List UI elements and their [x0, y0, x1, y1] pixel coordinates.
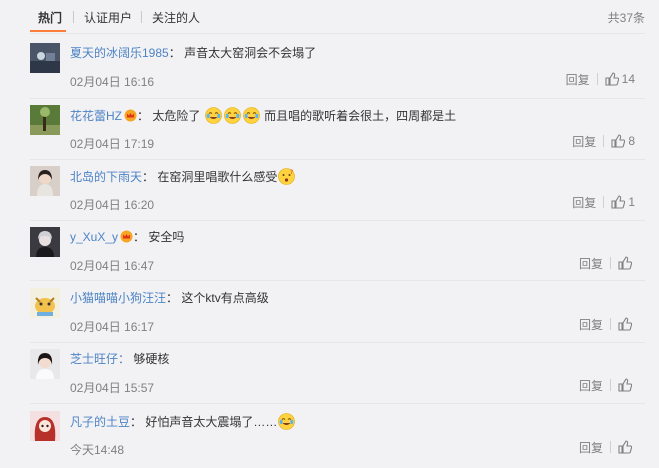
- thumbs-up-icon: [618, 317, 632, 331]
- comment-text: 够硬核: [133, 352, 170, 366]
- comment-username[interactable]: 夏天的冰阔乐1985: [70, 46, 169, 60]
- like-button[interactable]: [618, 440, 635, 454]
- comment-username[interactable]: 花花蕾HZ: [70, 109, 122, 123]
- thumbs-up-icon: [605, 72, 619, 86]
- comment-time: 02月04日 15:57: [70, 381, 155, 395]
- comment-item: 夏天的冰阔乐1985： 声音太大窑洞会不会塌了 02月04日 16:16 回复 …: [0, 38, 659, 100]
- puzzled-emoji: ?: [278, 168, 296, 185]
- svg-text:?: ?: [290, 169, 293, 176]
- comment-time: 02月04日 17:19: [70, 137, 155, 151]
- comment-text-continued: 而且唱的歌听着会很土，四周都是土: [264, 109, 457, 123]
- colon: ：: [130, 415, 143, 429]
- separator: [603, 135, 605, 147]
- vip-crown-icon: [124, 109, 137, 122]
- separator: [610, 441, 611, 453]
- like-count: 14: [621, 72, 635, 86]
- comment-text: 好怕声音太大震塌了……: [145, 415, 278, 429]
- colon: ：: [168, 46, 181, 60]
- thumbs-up-icon: [618, 440, 632, 454]
- colon: ：: [142, 170, 155, 184]
- thumbs-up-icon: [611, 195, 626, 209]
- comment-count: 共37条: [607, 11, 645, 25]
- thumbs-up-icon: [618, 378, 632, 392]
- comment-username[interactable]: 北岛的下雨天: [70, 170, 142, 184]
- tab-following[interactable]: 关注的人: [152, 9, 200, 26]
- comment-time: 02月04日 16:17: [70, 320, 155, 334]
- avatar[interactable]: [30, 288, 60, 318]
- comment-time: 02月04日 16:20: [70, 198, 155, 212]
- divider: [30, 220, 645, 221]
- reply-button[interactable]: 回复: [579, 377, 603, 394]
- comment-username[interactable]: 凡子的土豆: [70, 415, 130, 429]
- separator: [610, 257, 611, 269]
- divider: [30, 342, 645, 343]
- comment-item: 小猫喵喵小狗汪汪： 这个ktv有点高级 02月04日 16:17 回复: [0, 283, 659, 345]
- tab-separator: [141, 11, 142, 23]
- crying-laughing-emoji: [242, 107, 260, 124]
- separator: [596, 73, 598, 85]
- colon: ：: [166, 291, 179, 305]
- divider: [30, 33, 645, 34]
- reply-button[interactable]: 回复: [572, 133, 596, 150]
- like-button[interactable]: 1: [611, 195, 635, 209]
- avatar[interactable]: [30, 105, 60, 135]
- reply-button[interactable]: 回复: [572, 194, 596, 211]
- like-button[interactable]: [618, 256, 635, 270]
- tab-hot[interactable]: 热门: [38, 9, 62, 26]
- reply-button[interactable]: 回复: [579, 439, 603, 456]
- comment-tabs: 热门 认证用户 关注的人 共37条: [0, 0, 659, 34]
- separator: [603, 196, 605, 208]
- colon: ：: [137, 109, 150, 123]
- crying-laughing-emoji: [204, 107, 222, 124]
- crying-laughing-emoji: [223, 107, 241, 124]
- divider: [30, 159, 645, 160]
- like-button[interactable]: [618, 317, 635, 331]
- like-button[interactable]: 8: [611, 134, 635, 148]
- reply-button[interactable]: 回复: [579, 255, 603, 272]
- comment-item: 北岛的下雨天： 在窑洞里唱歌什么感受? 02月04日 16:20 回复 1: [0, 161, 659, 223]
- comment-text: 这个ktv有点高级: [181, 291, 269, 305]
- comment-text: 太危险了: [152, 109, 201, 123]
- avatar[interactable]: [30, 227, 60, 257]
- like-button[interactable]: [618, 378, 635, 392]
- divider: [30, 403, 645, 404]
- colon: ：: [133, 230, 146, 244]
- avatar[interactable]: [30, 349, 60, 379]
- like-count: 8: [628, 134, 635, 148]
- comment-text: 声音太大窑洞会不会塌了: [184, 46, 317, 60]
- comment-time: 02月04日 16:16: [70, 75, 155, 89]
- comment-username[interactable]: y_XuX_y: [70, 230, 118, 244]
- thumbs-up-icon: [618, 256, 632, 270]
- comment-username[interactable]: 小猫喵喵小狗汪汪: [70, 291, 166, 305]
- crying-laughing-emoji: [278, 413, 296, 430]
- divider: [30, 98, 645, 99]
- reply-button[interactable]: 回复: [579, 316, 603, 333]
- comment-time: 今天14:48: [70, 443, 125, 457]
- like-button[interactable]: 14: [605, 72, 635, 86]
- like-count: 1: [628, 195, 635, 209]
- comment-text: 在窑洞里唱歌什么感受: [157, 170, 278, 184]
- comment-username[interactable]: 芝士旺仔：: [70, 352, 130, 366]
- active-tab-indicator: [30, 30, 66, 32]
- tab-verified-users[interactable]: 认证用户: [84, 9, 132, 26]
- comment-item: y_XuX_y ： 安全吗 02月04日 16:47 回复: [0, 222, 659, 284]
- comment-item: 花花蕾HZ ： 太危险了 而且唱的歌听着会很土，四周都是土 02月04日 17:1…: [0, 100, 659, 162]
- reply-button[interactable]: 回复: [566, 71, 590, 88]
- avatar[interactable]: [30, 43, 60, 73]
- comment-item: 凡子的土豆： 好怕声音太大震塌了…… 今天14:48 回复: [0, 406, 659, 468]
- vip-crown-icon: [120, 230, 133, 243]
- avatar[interactable]: [30, 166, 60, 196]
- comment-text: 安全吗: [148, 230, 185, 244]
- tab-separator: [73, 11, 74, 23]
- comment-item: 芝士旺仔： 够硬核 02月04日 15:57 回复: [0, 344, 659, 406]
- separator: [610, 318, 611, 330]
- separator: [610, 379, 611, 391]
- divider: [30, 280, 645, 281]
- thumbs-up-icon: [611, 134, 626, 148]
- comment-time: 02月04日 16:47: [70, 259, 155, 273]
- avatar[interactable]: [30, 411, 60, 441]
